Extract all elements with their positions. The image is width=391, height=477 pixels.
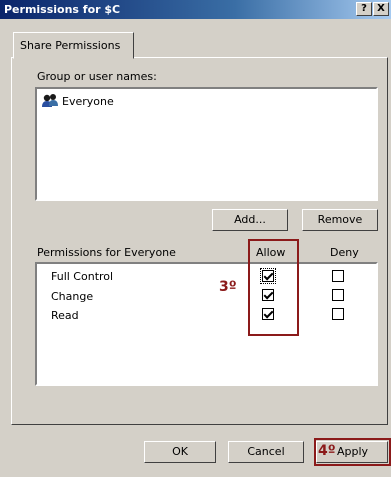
users-icon xyxy=(42,94,58,107)
step-3-annotation: 3º xyxy=(219,279,237,295)
deny-read-checkbox[interactable] xyxy=(332,308,344,320)
permission-name: Change xyxy=(51,290,94,303)
user-list[interactable]: Everyone xyxy=(35,87,378,201)
permissions-label: Permissions for Everyone xyxy=(37,246,176,259)
ok-button[interactable]: OK xyxy=(144,441,216,463)
permission-name: Read xyxy=(51,309,79,322)
step-4-annotation: 4º xyxy=(318,443,336,459)
close-button[interactable]: X xyxy=(373,2,389,16)
permission-name: Full Control xyxy=(51,270,114,283)
deny-change-checkbox[interactable] xyxy=(332,289,344,301)
deny-column-header: Deny xyxy=(330,246,359,259)
deny-full-control-checkbox[interactable] xyxy=(332,270,344,282)
remove-button[interactable]: Remove xyxy=(302,209,378,231)
tab-share-permissions[interactable]: Share Permissions xyxy=(13,32,134,59)
highlight-allow-column xyxy=(248,239,299,336)
window-title: Permissions for $C xyxy=(4,3,121,16)
help-button[interactable]: ? xyxy=(356,2,372,16)
permissions-dialog: Permissions for $C ? X Share Permissions… xyxy=(0,0,391,477)
tab-label: Share Permissions xyxy=(20,39,121,52)
user-name: Everyone xyxy=(62,95,114,108)
group-names-label: Group or user names: xyxy=(37,70,157,83)
user-list-item[interactable]: Everyone xyxy=(41,93,241,109)
title-bar[interactable]: Permissions for $C ? X xyxy=(0,0,391,19)
add-button[interactable]: Add... xyxy=(212,209,288,231)
cancel-button[interactable]: Cancel xyxy=(228,441,304,463)
